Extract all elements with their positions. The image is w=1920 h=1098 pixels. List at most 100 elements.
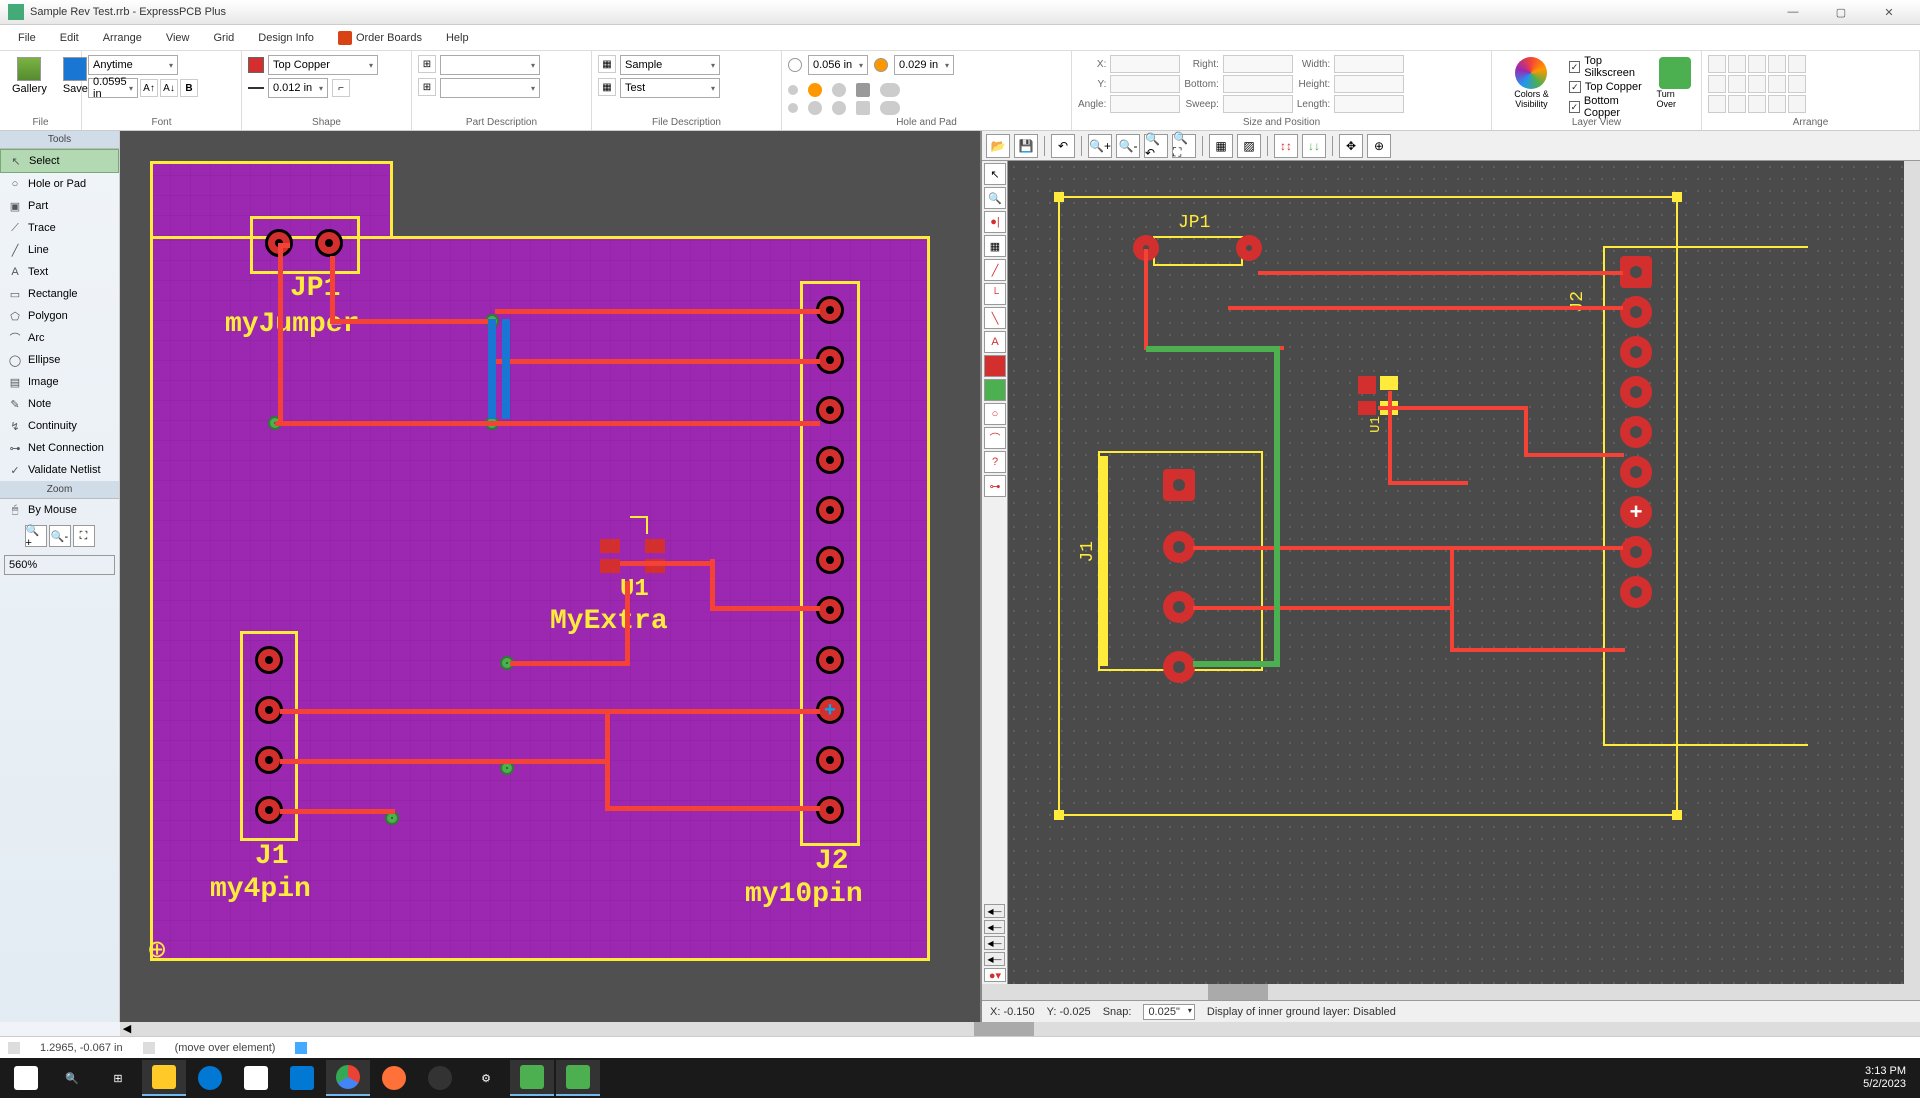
viewer-arc-tool[interactable]: ⌒ (984, 427, 1006, 449)
viewer-corner-tool[interactable]: └ (984, 283, 1006, 305)
viewer-mirror-button[interactable]: ↓↓ (1302, 134, 1326, 158)
tool-hole-or-pad[interactable]: ○Hole or Pad (0, 173, 119, 195)
search-button[interactable]: 🔍 (50, 1060, 94, 1096)
menu-file[interactable]: File (8, 29, 46, 47)
viewer-flip-button[interactable]: ↕↕ (1274, 134, 1298, 158)
zoom-by-mouse[interactable]: 🖱By Mouse (0, 499, 119, 521)
pad-row2-1[interactable] (788, 103, 798, 113)
gallery-button[interactable]: Gallery (6, 55, 53, 97)
chrome-button[interactable] (326, 1060, 370, 1096)
length-input[interactable] (1334, 95, 1404, 113)
tool-text[interactable]: AText (0, 261, 119, 283)
menu-grid[interactable]: Grid (204, 29, 245, 47)
tool-trace[interactable]: ⟋Trace (0, 217, 119, 239)
viewer-zoom-fit-button[interactable]: 🔍⛶ (1172, 134, 1196, 158)
align-right-button[interactable] (1748, 55, 1766, 73)
app2-button[interactable] (556, 1060, 600, 1096)
rotate-right-button[interactable] (1768, 75, 1786, 93)
pad-row2-3[interactable] (832, 101, 846, 115)
viewer-layer1-button[interactable]: ▦ (1209, 134, 1233, 158)
align-top-button[interactable] (1768, 55, 1786, 73)
font-increase-button[interactable]: A↑ (140, 79, 158, 97)
viewer-layer-select[interactable]: ●▾ (984, 968, 1006, 982)
menu-view[interactable]: View (156, 29, 200, 47)
align-bottom-button[interactable] (1788, 55, 1806, 73)
file-row2-icon[interactable]: ▦ (598, 78, 616, 96)
part-desc-1-dropdown[interactable] (440, 55, 540, 75)
tool-continuity[interactable]: ↯Continuity (0, 415, 119, 437)
pad-circle-button[interactable] (832, 83, 846, 97)
obs-button[interactable] (418, 1060, 462, 1096)
ungroup-button[interactable] (1748, 95, 1766, 113)
y-input[interactable] (1110, 75, 1180, 93)
viewer-plane-tool[interactable] (984, 379, 1006, 401)
font-family-dropdown[interactable]: Anytime (88, 55, 178, 75)
maximize-button[interactable]: ▢ (1818, 2, 1864, 22)
task-view-button[interactable]: ⊞ (96, 1060, 140, 1096)
start-button[interactable] (4, 1060, 48, 1096)
menu-order-boards[interactable]: Order Boards (328, 28, 432, 48)
file-desc-2-dropdown[interactable]: Test (620, 78, 720, 98)
pad-square-button[interactable] (856, 83, 870, 97)
viewer-cursor-tool[interactable]: ↖ (984, 163, 1006, 185)
pad-size-dropdown[interactable]: 0.029 in (894, 55, 954, 75)
viewer-disconnect-tool[interactable]: ╲ (984, 307, 1006, 329)
file-row1-icon[interactable]: ▦ (598, 55, 616, 73)
file-explorer-button[interactable] (142, 1060, 186, 1096)
tool-note[interactable]: ✎Note (0, 393, 119, 415)
angle-input[interactable] (1110, 95, 1180, 113)
shape-layer-dropdown[interactable]: Top Copper (268, 55, 378, 75)
top-silk-checkbox[interactable] (1569, 61, 1580, 73)
rotate-left-button[interactable] (1748, 75, 1766, 93)
system-clock[interactable]: 3:13 PM 5/2/2023 (1863, 1065, 1916, 1091)
firefox-button[interactable] (372, 1060, 416, 1096)
settings-button[interactable]: ⚙ (464, 1060, 508, 1096)
tool-line[interactable]: ╱Line (0, 239, 119, 261)
tool-ellipse[interactable]: ◯Ellipse (0, 349, 119, 371)
viewer-trace-tool[interactable]: ╱ (984, 259, 1006, 281)
font-decrease-button[interactable]: A↓ (160, 79, 178, 97)
menu-edit[interactable]: Edit (50, 29, 89, 47)
viewer-move-button[interactable]: ✥ (1339, 134, 1363, 158)
viewer-zoom-tool[interactable]: 🔍 (984, 187, 1006, 209)
viewer-component-tool[interactable]: ▦ (984, 235, 1006, 257)
corner-style-button[interactable]: ⌐ (332, 79, 350, 97)
bold-button[interactable]: B (180, 79, 198, 97)
layer-arrow-2[interactable]: ◀— (984, 920, 1005, 934)
pad-row2-2[interactable] (808, 101, 822, 115)
tool-part[interactable]: ▣Part (0, 195, 119, 217)
back-button[interactable] (1788, 95, 1806, 113)
zoom-level-dropdown[interactable]: 560% (4, 555, 115, 575)
viewer-undo-button[interactable]: ↶ (1051, 134, 1075, 158)
pad-row2-5[interactable] (880, 101, 900, 115)
distribute-v-button[interactable] (1728, 75, 1746, 93)
viewer-info-tool[interactable]: ? (984, 451, 1006, 473)
viewer-zoom-out-button[interactable]: 🔍- (1116, 134, 1140, 158)
menu-help[interactable]: Help (436, 29, 479, 47)
viewer-rect-tool[interactable] (984, 355, 1006, 377)
main-canvas[interactable]: JP1 myJumper J2 my10pin (120, 131, 980, 1022)
width-input[interactable] (1334, 55, 1404, 73)
expresspcb-button[interactable] (510, 1060, 554, 1096)
minimize-button[interactable]: — (1770, 2, 1816, 22)
align-center-button[interactable] (1728, 55, 1746, 73)
tool-arc[interactable]: ⌒Arc (0, 327, 119, 349)
tool-validate-netlist[interactable]: ✓Validate Netlist (0, 459, 119, 481)
layer-arrow-3[interactable]: ◀— (984, 936, 1005, 950)
viewer-layer2-button[interactable]: ▨ (1237, 134, 1261, 158)
font-size-dropdown[interactable]: 0.0595 in (88, 78, 138, 98)
part-row2-icon[interactable]: ⊞ (418, 78, 436, 96)
tool-rectangle[interactable]: ▭Rectangle (0, 283, 119, 305)
distribute-h-button[interactable] (1708, 75, 1726, 93)
viewer-save-button[interactable]: 💾 (1014, 134, 1038, 158)
align-left-button[interactable] (1708, 55, 1726, 73)
viewer-canvas[interactable]: JP1 J2 (1008, 161, 1904, 984)
tool-net-connection[interactable]: ⊶Net Connection (0, 437, 119, 459)
shape-color-swatch[interactable] (248, 57, 264, 73)
sweep-input[interactable] (1223, 95, 1293, 113)
viewer-vscrollbar[interactable] (1904, 161, 1920, 984)
zoom-in-button[interactable]: 🔍+ (25, 525, 47, 547)
viewer-zoom-prev-button[interactable]: 🔍↶ (1144, 134, 1168, 158)
zoom-out-button[interactable]: 🔍- (49, 525, 71, 547)
layer-arrow-4[interactable]: ◀— (984, 952, 1005, 966)
